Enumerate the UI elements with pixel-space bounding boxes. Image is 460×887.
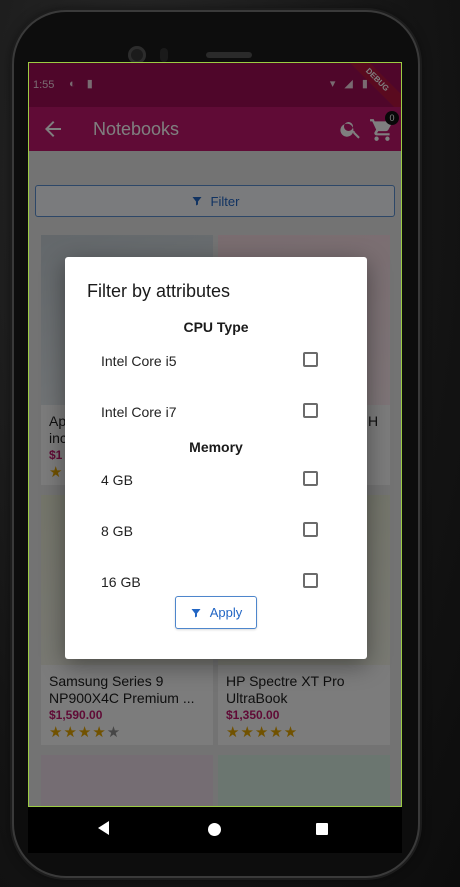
option-8-gb[interactable]: 8 GB	[65, 513, 367, 549]
nav-recents-icon[interactable]	[316, 823, 328, 835]
option-16-gb[interactable]: 16 GB	[65, 564, 367, 600]
nav-home-icon[interactable]	[208, 823, 221, 836]
apply-button-label: Apply	[209, 605, 243, 620]
apply-button[interactable]: Apply	[175, 596, 257, 629]
option-label: 16 GB	[101, 574, 141, 590]
checkbox[interactable]	[303, 471, 318, 486]
checkbox[interactable]	[303, 403, 318, 418]
option-4-gb[interactable]: 4 GB	[65, 462, 367, 498]
checkbox[interactable]	[303, 352, 318, 367]
option-label: Intel Core i7	[101, 404, 177, 420]
system-nav-bar	[28, 807, 402, 853]
checkbox[interactable]	[303, 522, 318, 537]
group-title-cpu-type: CPU Type	[183, 319, 249, 335]
dialog-title: Filter by attributes	[87, 281, 231, 301]
option-label: 4 GB	[101, 472, 133, 488]
checkbox[interactable]	[303, 573, 318, 588]
option-intel-core-i5[interactable]: Intel Core i5	[65, 343, 367, 379]
group-title-memory: Memory	[189, 439, 243, 455]
option-intel-core-i7[interactable]: Intel Core i7	[65, 394, 367, 430]
earpiece-speaker	[206, 52, 252, 58]
option-label: Intel Core i5	[101, 353, 177, 369]
filter-icon	[191, 608, 201, 617]
proximity-sensor	[160, 48, 168, 62]
filter-dialog: Filter by attributes CPU Type Intel Core…	[65, 257, 367, 659]
app-screen: 1:55 ◐ ▮ ▾ ◢ ▮ DEBUG Notebooks 0 Filter	[28, 62, 402, 807]
nav-back-icon[interactable]	[98, 821, 109, 835]
option-label: 8 GB	[101, 523, 133, 539]
